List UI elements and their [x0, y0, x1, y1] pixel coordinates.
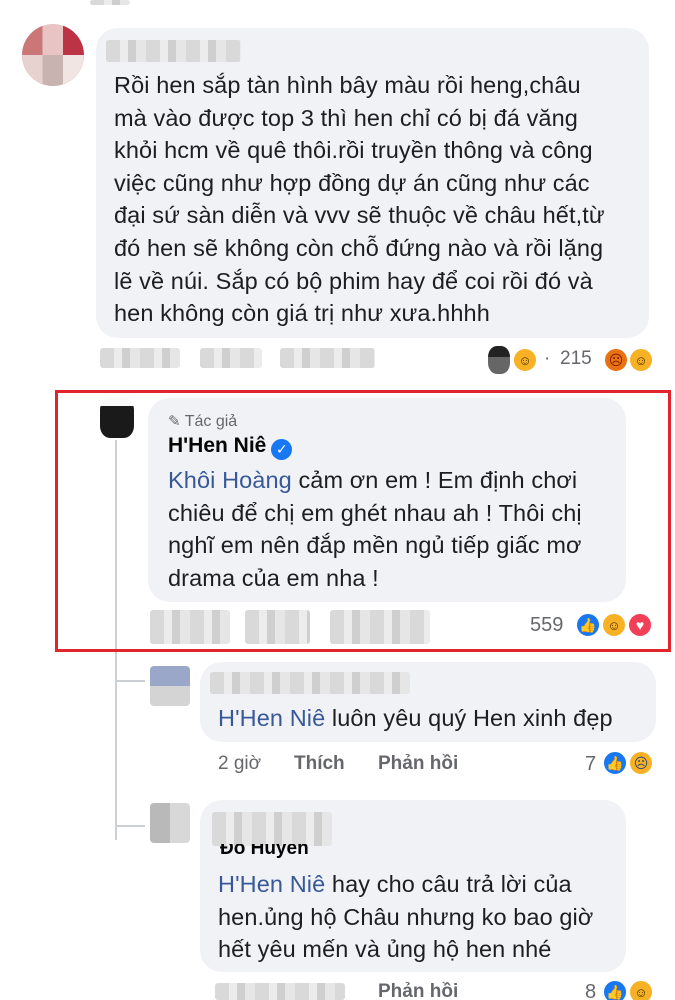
like-reaction-icon: 👍	[602, 979, 628, 1000]
like-reaction-icon: 👍	[575, 612, 601, 638]
reply-button[interactable]: Phản hồi	[378, 981, 458, 1000]
angry-reaction-icon: ☹	[603, 347, 629, 373]
commenter-name-redacted[interactable]	[106, 40, 241, 62]
author-avatar[interactable]	[100, 398, 134, 438]
verified-badge-icon: ✓	[271, 439, 293, 460]
author-reaction-count[interactable]: 559	[530, 614, 563, 637]
reply-reaction-count[interactable]: 8	[585, 981, 596, 1000]
comment-reaction-count[interactable]: 215	[560, 348, 592, 370]
laughing-reaction-icon: ☺	[512, 347, 538, 373]
author-reply-action-redacted[interactable]	[330, 610, 430, 644]
mention-link[interactable]: H'Hen Niê	[218, 705, 325, 731]
like-reaction-icon: 👍	[602, 750, 628, 776]
reply-preview-avatar[interactable]	[488, 346, 510, 374]
reply-button[interactable]: Phản hồi	[378, 753, 458, 775]
pen-icon: ✎	[168, 413, 181, 430]
reply-action-redacted[interactable]	[280, 348, 375, 368]
author-reply-bubble: ✎ Tác giả H'Hen Niê ✓ Khôi Hoàng cảm ơn e…	[148, 398, 626, 602]
haha-reaction-icon: ☺	[628, 347, 654, 373]
author-badge: ✎ Tác giả	[168, 413, 238, 430]
reply-reaction-count[interactable]: 7	[585, 753, 596, 776]
reply-text: H'Hen Niê luôn yêu quý Hen xinh đẹp	[218, 705, 613, 731]
author-name[interactable]: H'Hen Niê ✓	[168, 434, 293, 460]
haha-reaction-icon: ☺	[601, 612, 627, 638]
thread-branch	[115, 825, 145, 827]
like-button[interactable]: Thích	[294, 753, 345, 775]
cut-off-top-text	[90, 0, 130, 5]
reply-name-partial[interactable]: Đỗ Huyền	[220, 844, 309, 858]
reply-name-redacted[interactable]	[210, 672, 410, 694]
comment-text: Rồi hen sắp tàn hình bây màu rồi heng,ch…	[114, 72, 605, 327]
mention-link[interactable]: Khôi Hoàng	[168, 467, 292, 493]
reply-text: H'Hen Niê hay cho câu trả lời của hen.ủn…	[218, 871, 594, 963]
haha-reaction-icon: ☺	[628, 979, 654, 1000]
mention-link[interactable]: H'Hen Niê	[218, 871, 325, 897]
sad-reaction-icon: ☹	[628, 750, 654, 776]
like-action-redacted[interactable]	[200, 348, 262, 368]
author-reply-text: Khôi Hoàng cảm ơn em ! Em định chơi chiê…	[168, 467, 582, 591]
reply-avatar[interactable]	[150, 803, 190, 843]
reply-bubble: H'Hen Niê luôn yêu quý Hen xinh đẹp	[200, 662, 656, 742]
commenter-avatar[interactable]	[22, 24, 84, 86]
thread-branch	[115, 680, 145, 682]
comment-bubble: Rồi hen sắp tàn hình bây màu rồi heng,ch…	[96, 28, 649, 338]
separator-dot: ·	[544, 348, 551, 369]
reply-bubble: Đỗ Huyền H'Hen Niê hay cho câu trả lời c…	[200, 800, 626, 972]
reply-avatar[interactable]	[150, 666, 190, 706]
author-like-redacted[interactable]	[245, 610, 310, 644]
reply-name-redacted[interactable]	[212, 812, 332, 846]
reply-meta-redacted	[215, 983, 345, 1000]
love-reaction-icon: ♥	[627, 612, 653, 638]
reply-time: 2 giờ	[218, 753, 262, 774]
comment-time-redacted	[100, 348, 180, 368]
author-reply-time-redacted	[150, 610, 230, 644]
